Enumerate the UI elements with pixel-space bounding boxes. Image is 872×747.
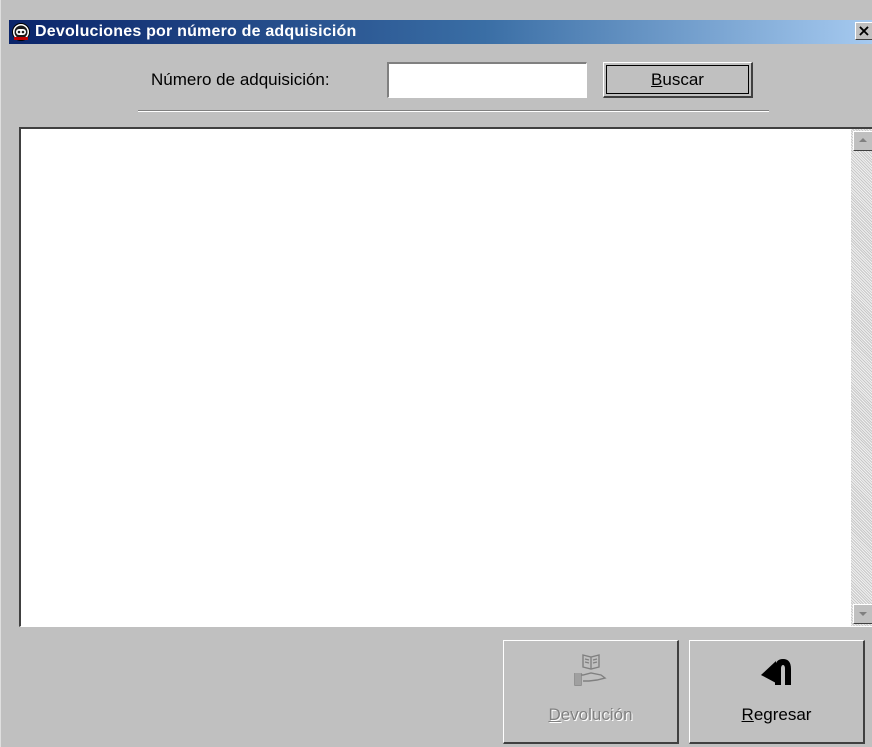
regresar-label-rest: egresar	[753, 705, 812, 724]
results-list[interactable]	[19, 127, 872, 627]
acquisition-number-input[interactable]	[387, 62, 587, 98]
vertical-scrollbar[interactable]	[851, 129, 872, 626]
search-button-mnemonic: B	[651, 70, 663, 89]
app-icon	[11, 22, 31, 42]
title-bar[interactable]: Devoluciones por número de adquisición ×	[9, 20, 872, 44]
u-turn-arrow-icon	[690, 649, 863, 693]
devolucion-mnemonic: D	[548, 705, 561, 724]
scroll-down-button[interactable]	[853, 604, 872, 624]
arrow-up-icon	[859, 138, 867, 142]
search-button-label: uscar	[662, 70, 704, 89]
search-button[interactable]: Buscar	[603, 62, 753, 98]
header-divider	[138, 110, 769, 112]
dialog-window: Devoluciones por número de adquisición ×…	[0, 0, 872, 747]
devolucion-label: Devolución	[504, 705, 677, 725]
acquisition-number-label: Número de adquisición:	[151, 70, 330, 89]
scroll-up-button[interactable]	[853, 131, 872, 151]
devolucion-button[interactable]: Devolución	[503, 640, 679, 744]
regresar-button[interactable]: Regresar	[689, 640, 865, 744]
devolucion-label-rest: evolución	[560, 705, 633, 724]
book-hand-icon	[504, 649, 677, 693]
regresar-label: Regresar	[690, 705, 863, 725]
close-icon: ×	[857, 21, 871, 40]
regresar-mnemonic: R	[741, 705, 754, 724]
arrow-down-icon	[859, 612, 867, 616]
close-button[interactable]: ×	[855, 22, 872, 40]
window-title: Devoluciones por número de adquisición	[35, 23, 357, 40]
